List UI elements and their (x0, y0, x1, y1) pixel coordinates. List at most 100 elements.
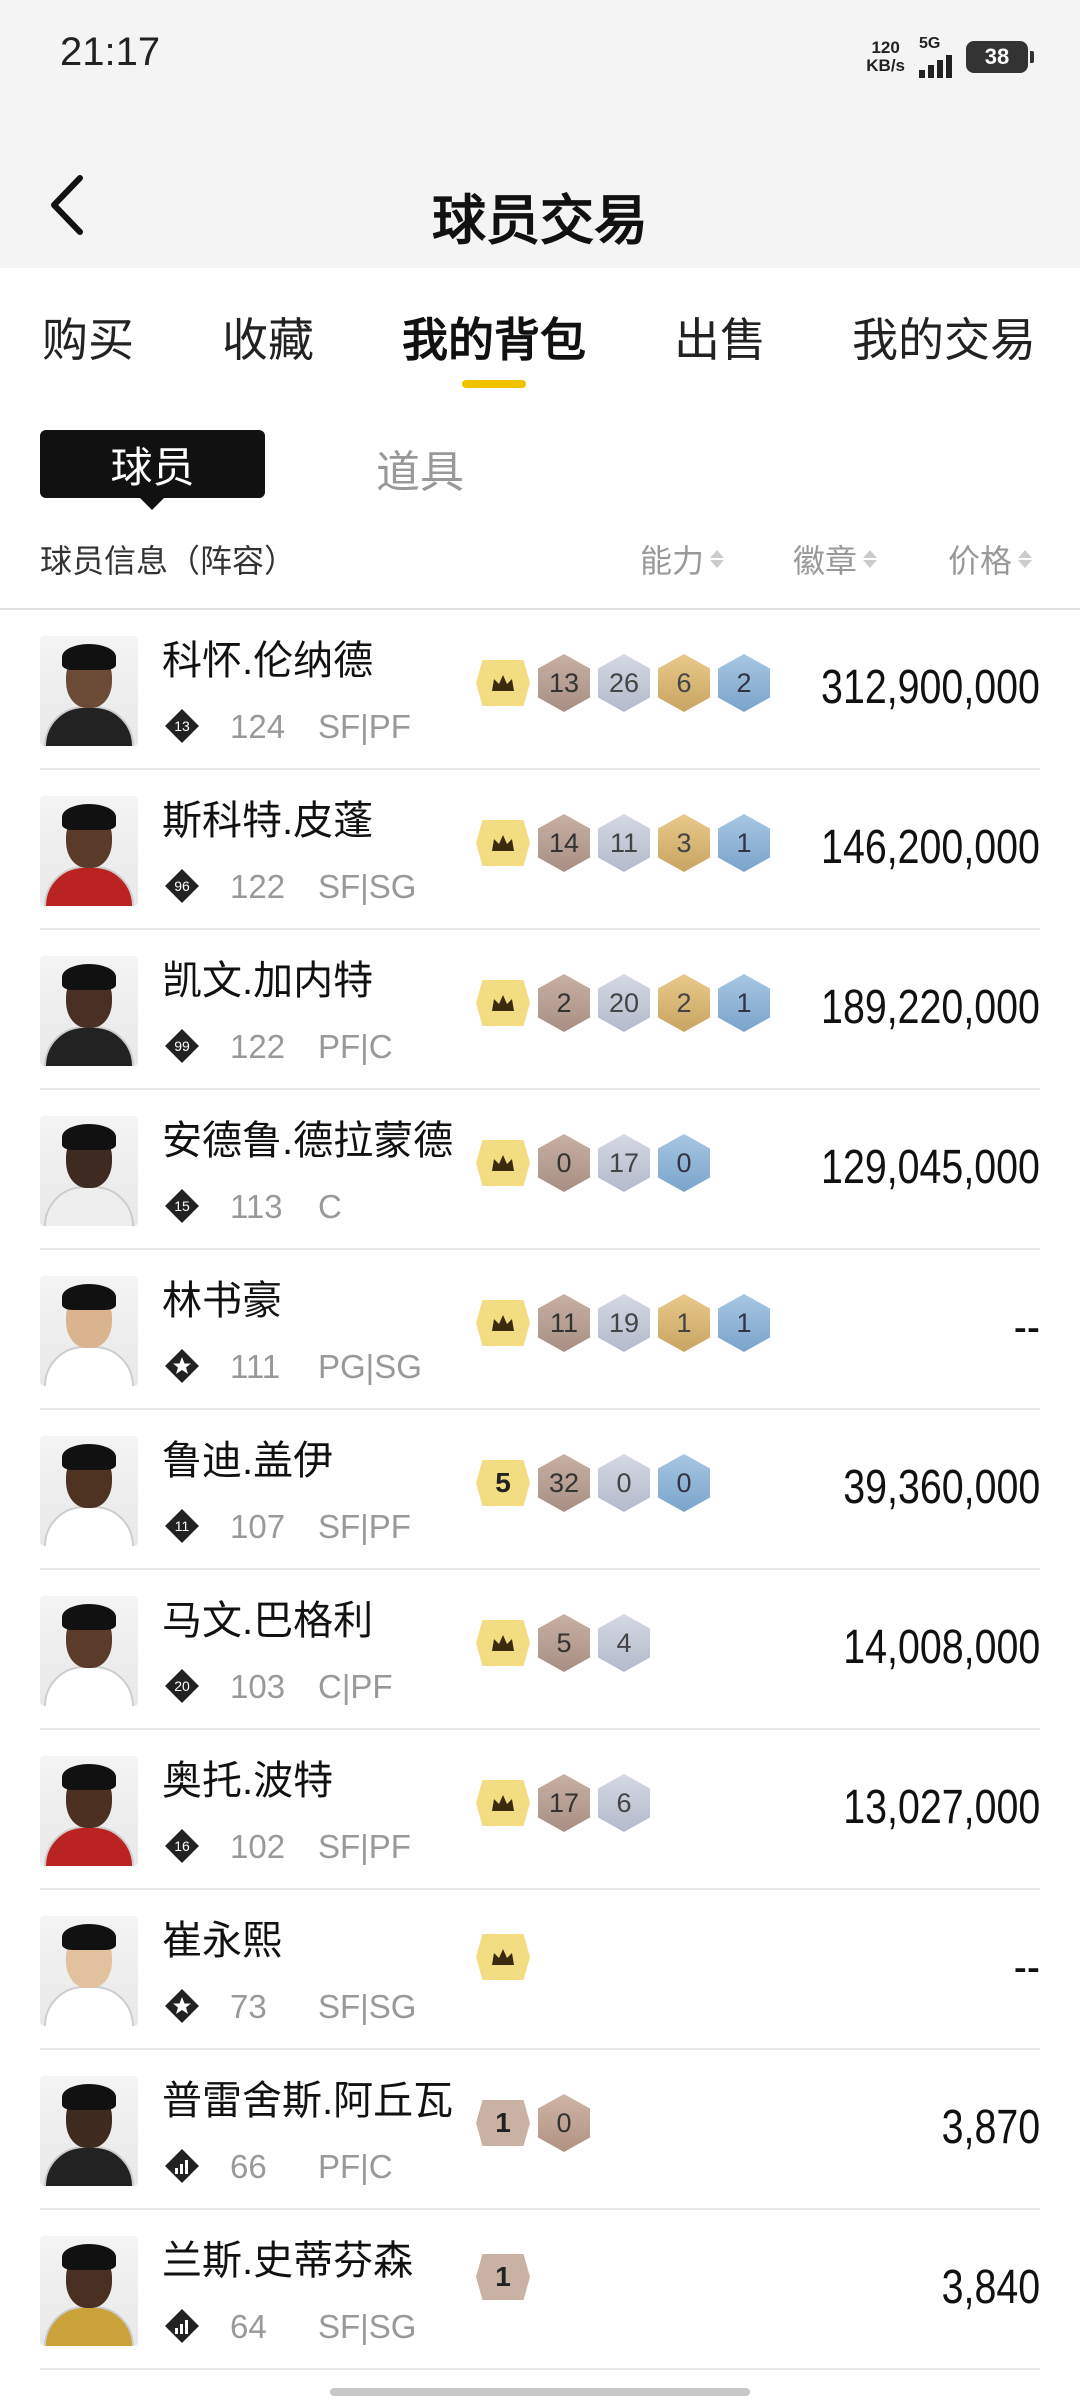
star-icon (165, 1349, 199, 1383)
badge-count: 2 (718, 654, 770, 712)
tab-my-trades[interactable]: 我的交易 (852, 304, 1036, 370)
jersey-number-icon: 99 (165, 1029, 199, 1063)
player-row[interactable]: 奥托.波特 16 102 SF|PF 17 6 13,027,000 (40, 1730, 1040, 1890)
player-position: PF|C (318, 2148, 393, 2185)
player-name: 崔永熙 (162, 1919, 282, 1963)
status-icons: 120 KB/s 5G 38 (866, 36, 1034, 78)
player-name: 奥托.波特 (162, 1759, 334, 1803)
player-avatar (40, 2236, 138, 2346)
tier-badge: 5 (476, 1460, 530, 1506)
player-overall: 64 (230, 2308, 267, 2345)
crown-icon (492, 1795, 514, 1811)
badge-count: 0 (658, 1454, 710, 1512)
badge-count: 2 (658, 974, 710, 1032)
crown-icon (492, 1635, 514, 1651)
jersey-number-icon: 11 (165, 1509, 199, 1543)
badge-count: 32 (538, 1454, 590, 1512)
crown-tier-badge (476, 820, 530, 866)
star-icon (165, 1989, 199, 2023)
crown-tier-badge (476, 1140, 530, 1186)
player-row[interactable]: 普雷舍斯.阿丘瓦 66 PF|C 10 3,870 (40, 2050, 1040, 2210)
tier-badge: 1 (476, 2100, 530, 2146)
player-name: 凯文.加内特 (162, 959, 374, 1003)
player-overall: 122 (230, 1028, 286, 1065)
badge-group: 11 19 1 1 (476, 1294, 770, 1352)
svg-text:13: 13 (174, 718, 190, 734)
crown-tier-badge (476, 980, 530, 1026)
team-badge-icon (162, 2306, 202, 2346)
badge-count: 4 (598, 1614, 650, 1672)
svg-text:16: 16 (174, 1838, 190, 1854)
player-name: 马文.巴格利 (162, 1599, 374, 1643)
home-indicator[interactable] (330, 2388, 750, 2396)
badge-group: 0 17 0 (476, 1134, 710, 1192)
jersey-number-icon: 15 (165, 1189, 199, 1223)
column-player-info: 球员信息（阵容） (40, 543, 297, 579)
player-name: 林书豪 (162, 1279, 282, 1323)
player-avatar (40, 636, 138, 746)
page-title: 球员交易 (432, 191, 648, 251)
tab-favorites[interactable]: 收藏 (222, 304, 314, 370)
sort-ability-button[interactable]: 能力 (640, 536, 725, 582)
tab-my-backpack[interactable]: 我的背包 (402, 304, 586, 370)
player-price: 129,045,000 (821, 1141, 1040, 1194)
player-row[interactable]: 兰斯.史蒂芬森 64 SF|SG 1 3,840 (40, 2210, 1040, 2370)
tab-buy[interactable]: 购买 (42, 304, 134, 370)
player-row[interactable]: 鲁迪.盖伊 11 107 SF|PF 5 32 0 0 39,360,000 (40, 1410, 1040, 1570)
svg-text:99: 99 (174, 1038, 190, 1054)
player-avatar (40, 1916, 138, 2026)
player-price: 39,360,000 (843, 1461, 1040, 1514)
sort-icon (1018, 550, 1033, 568)
network-speed: 120 KB/s (866, 38, 905, 75)
player-price: -- (1013, 1301, 1040, 1354)
player-row[interactable]: 林书豪 111 PG|SG 11 19 1 1 -- (40, 1250, 1040, 1410)
player-list: 科怀.伦纳德 13 124 SF|PF 13 26 6 2 312,900,000 斯… (0, 610, 1080, 2370)
team-badge-icon: 11 (162, 1506, 202, 1546)
column-headers: 球员信息（阵容） 能力 徽章 价格 (0, 536, 1080, 584)
player-position: C|PF (318, 1668, 393, 1705)
sort-badges-button[interactable]: 徽章 (793, 536, 878, 582)
crown-tier-badge (476, 1300, 530, 1346)
tab-sell[interactable]: 出售 (674, 304, 766, 370)
team-badge-icon: 15 (162, 1186, 202, 1226)
badge-count: 6 (658, 654, 710, 712)
player-position: SF|PF (318, 708, 411, 745)
status-time: 21:17 (60, 30, 161, 74)
player-row[interactable]: 马文.巴格利 20 103 C|PF 54 14,008,000 (40, 1570, 1040, 1730)
segment-items[interactable]: 道具 (376, 436, 464, 500)
badge-group: 17 6 (476, 1774, 650, 1832)
player-name: 科怀.伦纳德 (162, 639, 374, 683)
team-badge-icon: 13 (162, 706, 202, 746)
sort-icon (863, 550, 878, 568)
badge-count: 20 (598, 974, 650, 1032)
jersey-number-icon: 20 (165, 1669, 199, 1703)
svg-text:96: 96 (174, 878, 190, 894)
player-row[interactable]: 凯文.加内特 99 122 PF|C 2 20 2 1 189,220,000 (40, 930, 1040, 1090)
player-name: 斯科特.皮蓬 (162, 799, 374, 843)
badge-count: 2 (538, 974, 590, 1032)
crown-icon (492, 1315, 514, 1331)
player-avatar (40, 1436, 138, 1546)
signal-bars-icon (165, 2309, 199, 2343)
crown-tier-badge (476, 1934, 530, 1980)
segment-players[interactable]: 球员 (40, 430, 265, 510)
player-row[interactable]: 安德鲁.德拉蒙德 15 113 C 0 17 0 129,045,000 (40, 1090, 1040, 1250)
svg-text:20: 20 (174, 1678, 190, 1694)
top-bar: 21:17 120 KB/s 5G 38 球员交易 (0, 0, 1080, 268)
player-row[interactable]: 科怀.伦纳德 13 124 SF|PF 13 26 6 2 312,900,000 (40, 610, 1040, 770)
sort-price-button[interactable]: 价格 (948, 536, 1033, 582)
jersey-number-icon: 13 (165, 709, 199, 743)
player-overall: 124 (230, 708, 286, 745)
player-row[interactable]: 崔永熙 73 SF|SG -- (40, 1890, 1040, 2050)
team-badge-icon: 96 (162, 866, 202, 906)
badge-count: 19 (598, 1294, 650, 1352)
player-price: 189,220,000 (821, 981, 1040, 1034)
svg-text:15: 15 (174, 1198, 190, 1214)
player-name: 兰斯.史蒂芬森 (162, 2239, 414, 2283)
crown-icon (492, 835, 514, 851)
badge-count: 1 (718, 1294, 770, 1352)
player-price: 13,027,000 (843, 1781, 1040, 1834)
player-row[interactable]: 斯科特.皮蓬 96 122 SF|SG 14 11 3 1 146,200,000 (40, 770, 1040, 930)
crown-tier-badge (476, 1620, 530, 1666)
badge-group: 10 (476, 2094, 590, 2152)
